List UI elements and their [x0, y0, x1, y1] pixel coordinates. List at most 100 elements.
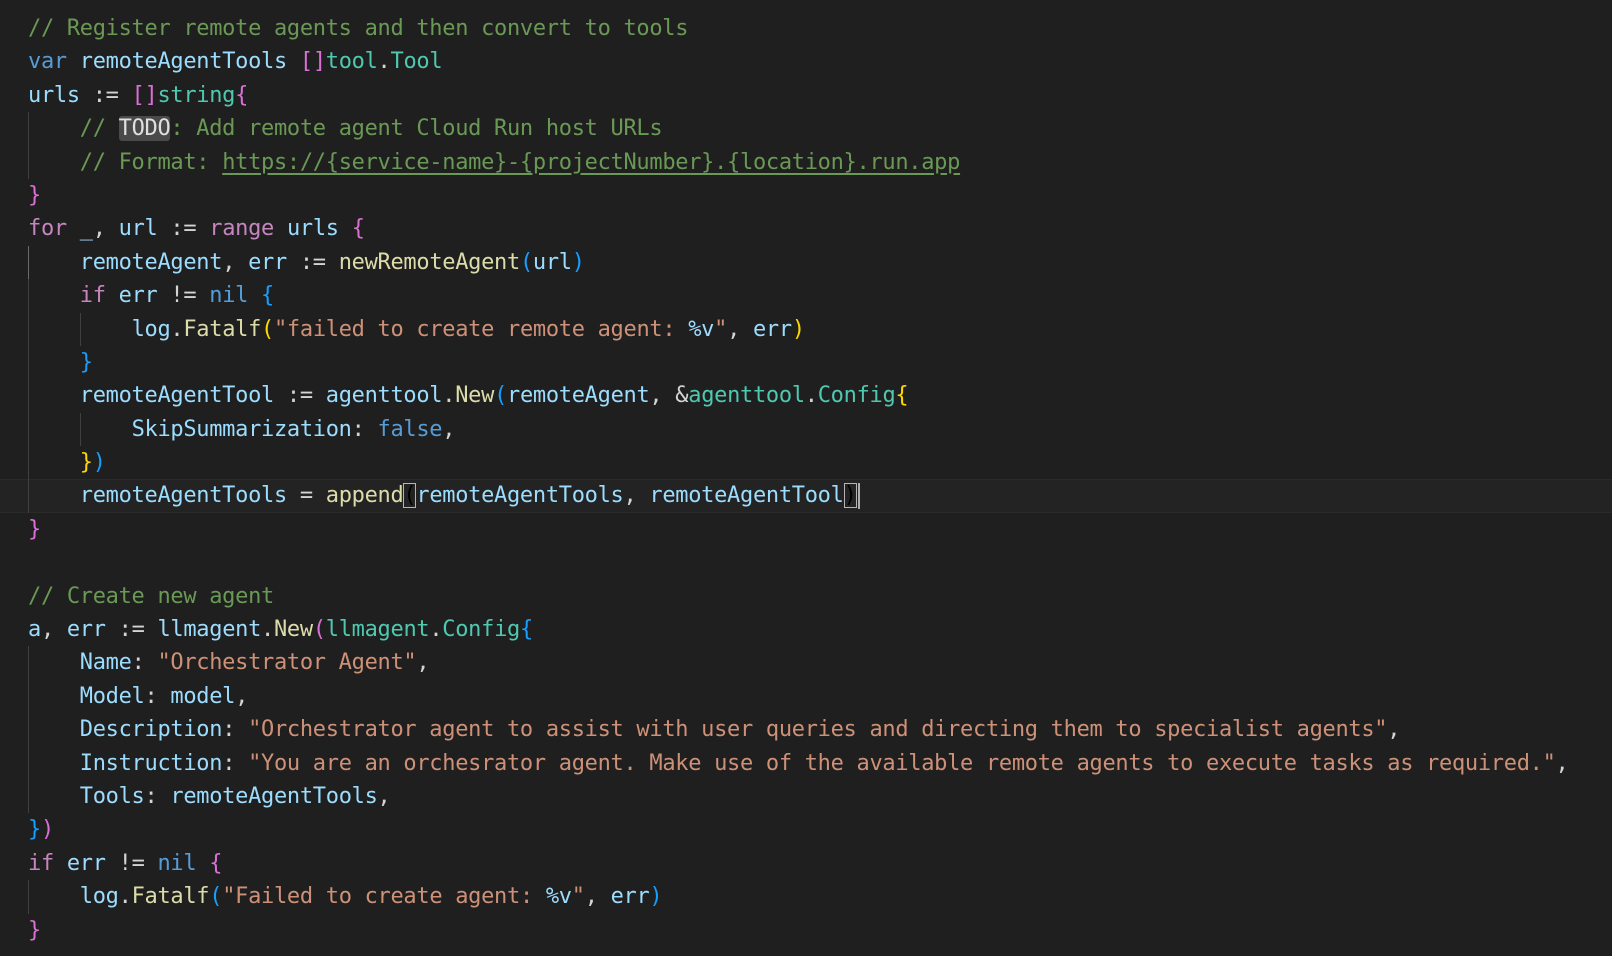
code-line[interactable]: }	[0, 513, 1612, 546]
code-token: !=	[157, 283, 210, 309]
code-line[interactable]	[0, 546, 1612, 579]
code-token: log	[79, 884, 119, 910]
code-token: "Orchestrator agent to assist with user …	[248, 717, 1388, 743]
code-line[interactable]: SkipSummarization: false,	[0, 412, 1612, 447]
code-line[interactable]: })	[0, 446, 1612, 480]
code-token: if	[79, 283, 106, 309]
code-line[interactable]: Tools: remoteAgentTools,	[0, 779, 1612, 814]
code-token: //	[28, 116, 119, 142]
indent-guide	[28, 145, 29, 179]
code-token: remoteAgentTools	[170, 783, 378, 809]
code-line[interactable]: Description: "Orchestrator agent to assi…	[0, 713, 1612, 747]
code-token: err	[610, 884, 650, 910]
code-token: "Failed to create agent:	[222, 884, 546, 910]
code-token: %v	[688, 316, 715, 342]
indent-guide	[28, 746, 29, 780]
code-token: :	[351, 416, 378, 442]
code-line[interactable]: for _, url := range urls {	[0, 212, 1612, 245]
code-line[interactable]: Model: model,	[0, 679, 1612, 714]
code-line[interactable]: // TODO: Add remote agent Cloud Run host…	[0, 112, 1612, 146]
code-token: range	[209, 216, 274, 242]
code-token: "Orchestrator Agent"	[157, 650, 417, 676]
code-token: urls	[286, 216, 339, 242]
code-token: }	[28, 817, 41, 843]
code-line[interactable]: var remoteAgentTools []tool.Tool	[0, 45, 1612, 78]
code-token: nil	[157, 850, 197, 876]
code-line[interactable]: })	[0, 813, 1612, 846]
code-line[interactable]: // Register remote agents and then conve…	[0, 12, 1612, 45]
code-line[interactable]: // Create new agent	[0, 580, 1612, 613]
code-token: ,	[92, 216, 119, 242]
code-token: )	[843, 483, 857, 509]
url-link[interactable]: https://{service-name}-{projectNumber}.{…	[222, 150, 960, 175]
code-token: Config	[442, 617, 520, 643]
code-token: model	[170, 683, 236, 709]
code-token: Tools	[79, 783, 145, 809]
indent-guide	[28, 713, 29, 747]
code-token: :	[131, 650, 158, 676]
code-token: .	[170, 316, 184, 342]
code-line[interactable]: log.Fatalf("failed to create remote agen…	[0, 312, 1612, 346]
code-line[interactable]: remoteAgentTool := agenttool.New(remoteA…	[0, 379, 1612, 413]
code-token: )	[571, 249, 585, 275]
code-token: :	[144, 783, 171, 809]
code-line[interactable]: remoteAgentTools = append(remoteAgentToo…	[0, 479, 1612, 513]
code-token: // Format:	[28, 149, 223, 175]
code-token: .	[118, 884, 132, 910]
code-token: :=	[286, 249, 339, 275]
indent-guide	[28, 412, 29, 447]
code-token: SkipSummarization	[131, 416, 352, 442]
code-token: // Create new agent	[28, 583, 274, 609]
code-line[interactable]: if err != nil {	[0, 847, 1612, 880]
code-token: : Add remote agent Cloud Run host URLs	[170, 116, 663, 142]
code-token: []	[299, 49, 326, 75]
code-line[interactable]: Name: "Orchestrator Agent",	[0, 646, 1612, 680]
code-token: (	[403, 483, 417, 509]
code-line[interactable]: if err != nil {	[0, 279, 1612, 313]
code-line[interactable]: log.Fatalf("Failed to create agent: %v",…	[0, 880, 1612, 914]
code-token: :	[222, 750, 249, 776]
code-token: ,	[727, 316, 753, 342]
code-token: :	[222, 717, 249, 743]
indent-guide	[28, 479, 29, 513]
code-token: newRemoteAgent	[338, 249, 521, 275]
code-line[interactable]: a, err := llmagent.New(llmagent.Config{	[0, 613, 1612, 646]
code-token: err	[66, 617, 106, 643]
code-token: ,	[1555, 750, 1569, 776]
code-line[interactable]: urls := []string{	[0, 79, 1612, 112]
code-line[interactable]: }	[0, 914, 1612, 947]
code-line[interactable]: remoteAgent, err := newRemoteAgent(url)	[0, 245, 1612, 280]
code-token: a	[28, 617, 41, 643]
code-line[interactable]: }	[0, 179, 1612, 212]
code-token: agenttool	[325, 383, 443, 409]
code-token: Description	[79, 717, 223, 743]
code-token: url	[118, 216, 158, 242]
code-token: if	[28, 850, 54, 876]
indent-guide	[28, 446, 29, 480]
code-token: err	[248, 249, 287, 275]
code-token: nil	[209, 283, 249, 309]
code-token: (	[261, 316, 274, 342]
code-line[interactable]: }	[0, 345, 1612, 380]
code-line[interactable]: // Format: https://{service-name}-{proje…	[0, 145, 1612, 179]
code-token: Instruction	[79, 750, 223, 776]
code-token: string	[157, 82, 236, 108]
code-token: }	[28, 516, 41, 542]
indent-guide	[28, 112, 29, 146]
code-editor[interactable]: // Register remote agents and then conve…	[0, 12, 1612, 947]
code-token: err	[118, 283, 158, 309]
code-line[interactable]: Instruction: "You are an orchesrator age…	[0, 746, 1612, 780]
code-token: Tool	[390, 49, 443, 75]
code-token: Name	[79, 650, 132, 676]
code-token: urls	[28, 82, 80, 108]
code-token: )	[92, 450, 106, 476]
